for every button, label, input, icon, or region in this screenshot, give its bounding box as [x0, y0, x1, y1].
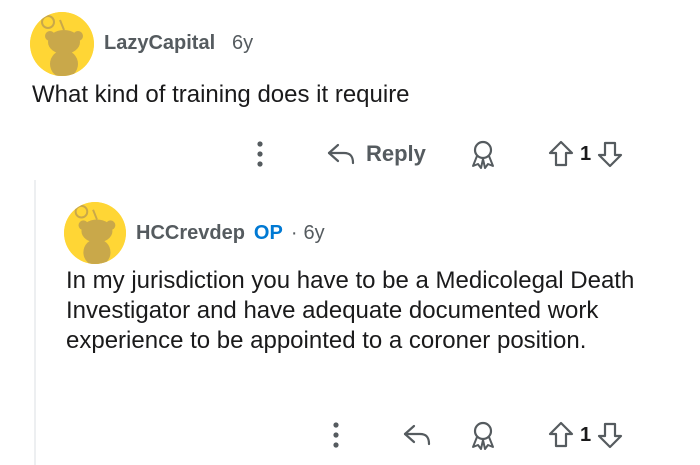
more-options-icon: [257, 141, 263, 167]
vote-controls: 1: [548, 421, 623, 449]
vote-count: 1: [580, 423, 592, 446]
reply-icon: [403, 424, 431, 446]
comment-age: 6y: [232, 32, 254, 54]
vote-count: 1: [580, 142, 592, 165]
award-button[interactable]: [468, 419, 498, 451]
upvote-icon[interactable]: [548, 140, 574, 168]
user-avatar[interactable]: [30, 12, 94, 76]
comment-age: 6y: [303, 222, 325, 244]
downvote-icon[interactable]: [597, 140, 623, 168]
thread-line[interactable]: [34, 180, 36, 465]
op-badge: OP: [253, 222, 283, 244]
reply-label: Reply: [366, 141, 426, 166]
user-avatar[interactable]: [64, 202, 126, 264]
more-options-button[interactable]: [254, 140, 266, 168]
meta-separator: ·: [290, 222, 298, 244]
snoo-avatar-icon: [30, 12, 94, 76]
snoo-avatar-icon: [64, 202, 126, 264]
comment-body: What kind of training does it require: [32, 81, 410, 108]
award-button[interactable]: [468, 138, 498, 170]
award-icon: [472, 421, 494, 450]
vote-controls: 1: [548, 140, 623, 168]
more-options-icon: [333, 422, 339, 448]
upvote-icon[interactable]: [548, 421, 574, 449]
reply-button[interactable]: Reply: [326, 141, 426, 167]
downvote-icon[interactable]: [597, 421, 623, 449]
award-icon: [472, 140, 494, 169]
comment-body: In my jurisdiction you have to be a Medi…: [66, 267, 635, 354]
reply-button[interactable]: [402, 422, 432, 448]
more-options-button[interactable]: [330, 421, 342, 449]
username[interactable]: LazyCapital: [104, 32, 215, 55]
reply-icon: [327, 143, 355, 165]
username[interactable]: HCCrevdep: [136, 222, 245, 245]
